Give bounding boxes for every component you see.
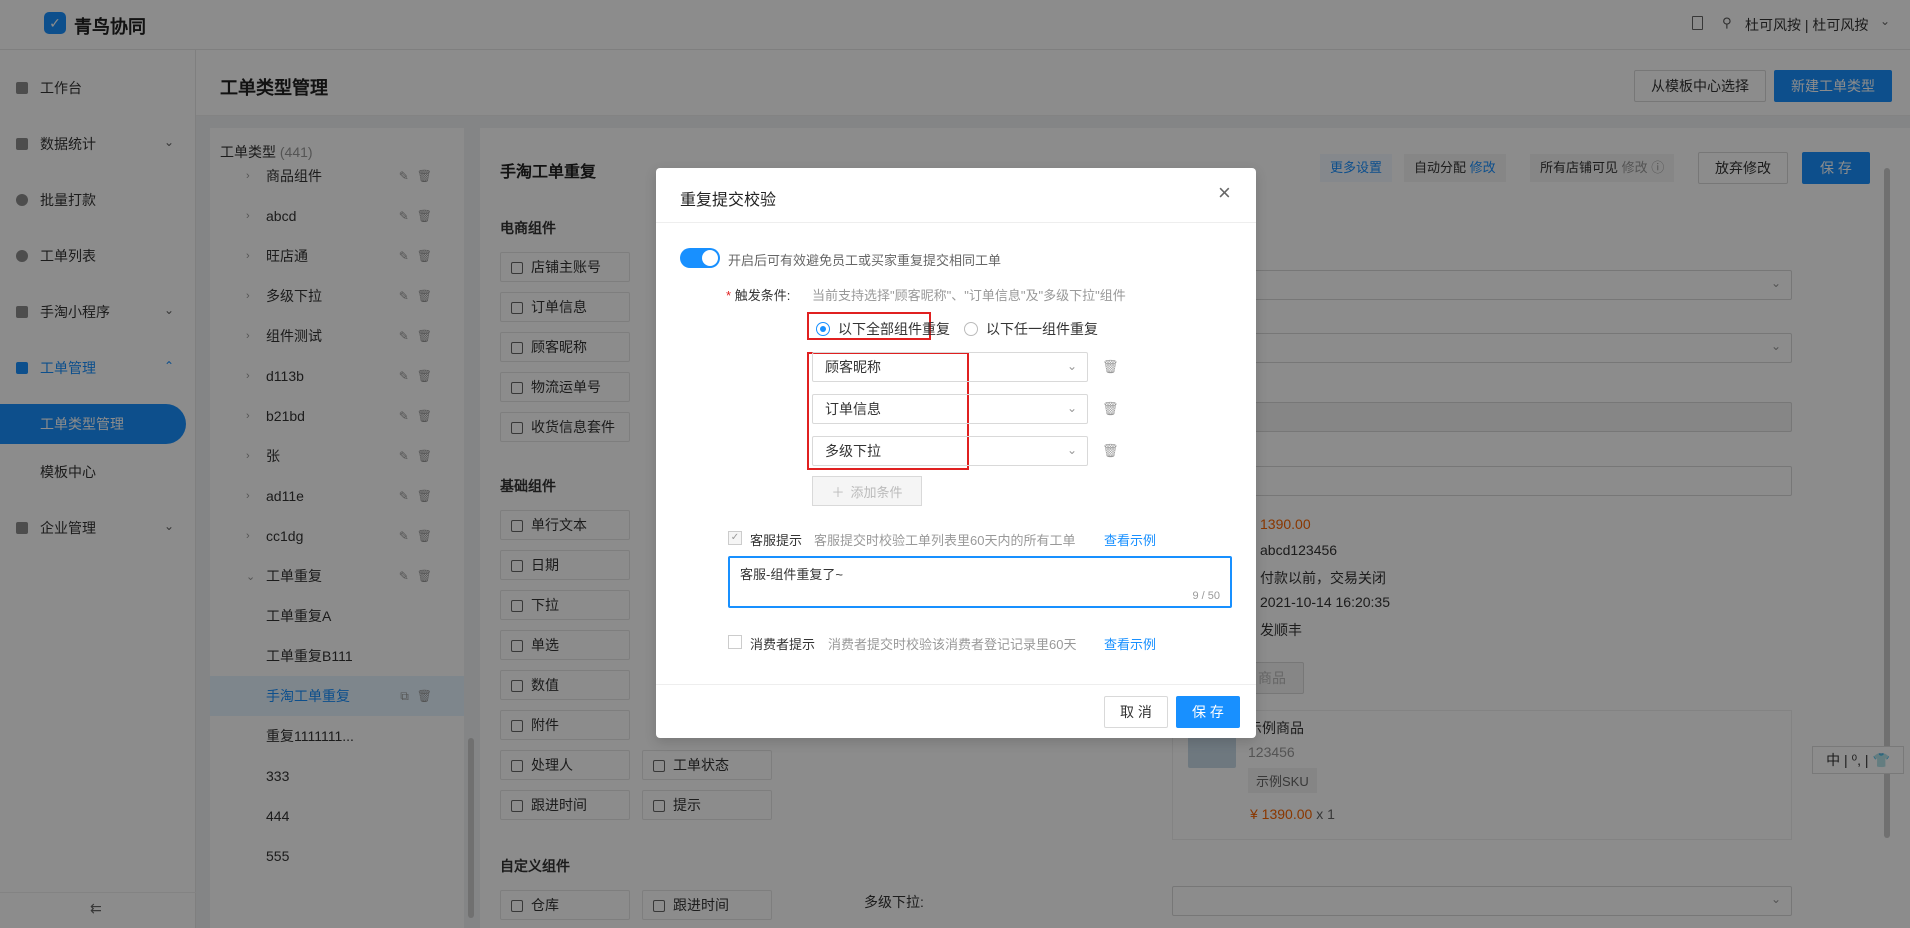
condition-select-3[interactable]: 多级下拉 ⌄ (812, 436, 1088, 466)
consumer-description: 消费者提交时校验该消费者登记记录里60天 (828, 637, 1077, 652)
radio-all-icon (816, 322, 830, 336)
trash-icon[interactable]: 🗑 (1102, 359, 1119, 374)
cs-textarea[interactable]: 客服-组件重复了~ 9 / 50 (728, 556, 1232, 608)
radio-any-icon (964, 322, 978, 336)
modal-footer-divider (656, 684, 1256, 685)
add-condition-button[interactable]: ＋添加条件 (812, 476, 922, 506)
modal-cancel-button[interactable]: 取 消 (1104, 696, 1168, 728)
trigger-hint: 当前支持选择"顾客昵称"、"订单信息"及"多级下拉"组件 (812, 288, 1126, 303)
cs-counter: 9 / 50 (1192, 590, 1220, 602)
repeat-check-modal: 重复提交校验 × 开启后可有效避免员工或买家重复提交相同工单 * 触发条件: 当… (656, 168, 1256, 738)
repeat-check-toggle[interactable] (680, 248, 720, 268)
modal-save-button[interactable]: 保 存 (1176, 696, 1240, 728)
cs-example-link[interactable]: 查看示例 (1104, 530, 1156, 549)
plus-icon: ＋ (831, 484, 845, 500)
cs-description: 客服提交时校验工单列表里60天内的所有工单 (814, 533, 1076, 548)
consumer-label: 消费者提示 (750, 637, 816, 652)
radio-all[interactable]: 以下全部组件重复 (816, 319, 950, 339)
close-icon[interactable]: × (1218, 180, 1231, 206)
consumer-checkbox[interactable] (728, 635, 742, 649)
cs-textarea-value: 客服-组件重复了~ (740, 567, 843, 582)
chevron-down-icon: ⌄ (1066, 443, 1077, 457)
cs-label: 客服提示 (750, 533, 803, 548)
trigger-label: * 触发条件: (726, 288, 791, 303)
toggle-description: 开启后可有效避免员工或买家重复提交相同工单 (728, 253, 1002, 268)
chevron-down-icon: ⌄ (1066, 359, 1077, 373)
consumer-example-link[interactable]: 查看示例 (1104, 634, 1156, 653)
condition-select-2[interactable]: 订单信息 ⌄ (812, 394, 1088, 424)
radio-any[interactable]: 以下任一组件重复 (964, 319, 1098, 339)
trash-icon[interactable]: 🗑 (1102, 443, 1119, 458)
condition-select-1[interactable]: 顾客昵称 ⌄ (812, 352, 1088, 382)
cs-checkbox[interactable]: ✓ (728, 531, 742, 545)
modal-title: 重复提交校验 (680, 192, 777, 209)
modal-header-divider (656, 222, 1256, 223)
chevron-down-icon: ⌄ (1066, 401, 1077, 415)
trash-icon[interactable]: 🗑 (1102, 401, 1119, 416)
